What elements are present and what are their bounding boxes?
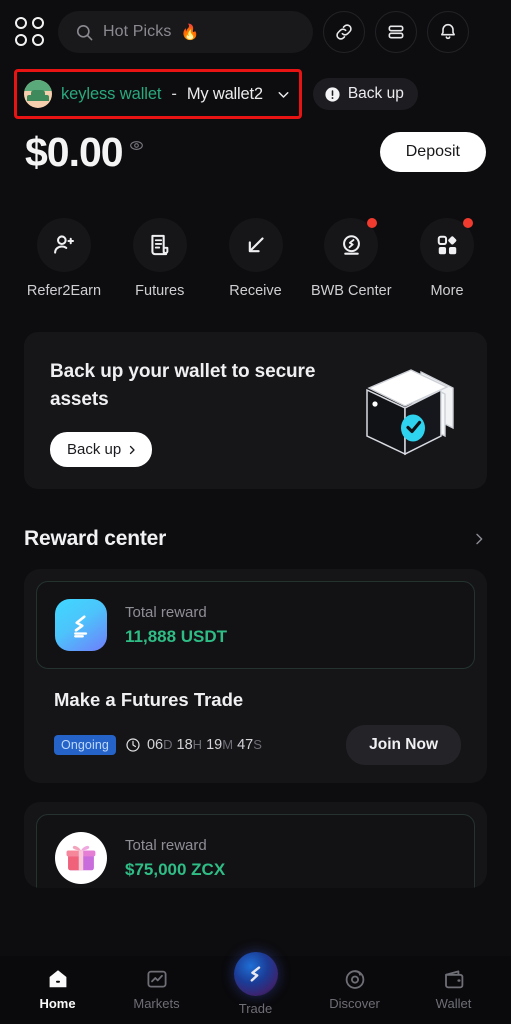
quick-action-refer2earn[interactable]: Refer2Earn bbox=[24, 218, 104, 299]
chart-icon bbox=[147, 970, 167, 988]
search-placeholder-text: Hot Picks bbox=[103, 23, 172, 40]
quick-action-bwb-center[interactable]: BWB Center bbox=[310, 218, 392, 299]
warning-icon bbox=[325, 86, 340, 102]
quick-action-label: More bbox=[430, 283, 464, 299]
bwb-coin-icon bbox=[342, 234, 360, 255]
eye-icon[interactable] bbox=[129, 138, 144, 158]
reward-value: 11,888 USDT bbox=[125, 626, 228, 646]
bitget-token-icon bbox=[55, 599, 107, 651]
reward-summary: Total reward 11,888 USDT bbox=[36, 581, 475, 669]
join-now-button[interactable]: Join Now bbox=[346, 725, 461, 765]
link-icon[interactable] bbox=[323, 11, 365, 53]
reward-center-header[interactable]: Reward center bbox=[0, 489, 511, 551]
reward-card[interactable]: Total reward 11,888 USDT Make a Futures … bbox=[24, 569, 487, 783]
reward-label: Total reward bbox=[125, 603, 207, 621]
gift-icon bbox=[55, 832, 107, 884]
flame-icon: 🔥 bbox=[180, 24, 200, 41]
countdown-hours-unit: H bbox=[192, 737, 203, 752]
nav-item-markets[interactable]: Markets bbox=[107, 967, 206, 1011]
quick-action-label: Futures bbox=[135, 283, 185, 299]
nav-item-home[interactable]: Home bbox=[8, 967, 107, 1011]
quick-actions-row: Refer2Earn Futures Receive BWB Center Mo… bbox=[0, 173, 511, 299]
clock-icon bbox=[126, 738, 140, 752]
chevron-down-icon[interactable] bbox=[275, 86, 292, 103]
wallet-alias-label: My wallet2 bbox=[186, 84, 263, 103]
notification-dot bbox=[367, 218, 378, 228]
reward-value: $75,000 ZCX bbox=[125, 859, 226, 879]
grid-apps-icon[interactable] bbox=[14, 15, 48, 49]
reward-summary: Total reward $75,000 ZCX bbox=[36, 814, 475, 888]
user-plus-icon bbox=[54, 235, 75, 254]
wallet-selector[interactable]: keyless wallet - My wallet2 bbox=[14, 69, 302, 119]
balance-section: $0.00 Deposit bbox=[0, 119, 511, 173]
bottom-navigation: Home Markets Trade Discover Wallet bbox=[0, 952, 511, 1024]
reward-label: Total reward bbox=[125, 836, 207, 854]
wallet-selector-row: keyless wallet - My wallet2 Back up bbox=[0, 63, 511, 119]
backup-banner-title: Back up your wallet to secure assets bbox=[50, 361, 316, 410]
quick-action-receive[interactable]: Receive bbox=[216, 218, 296, 299]
wallet-icon bbox=[444, 970, 463, 989]
notification-dot bbox=[463, 218, 473, 228]
arrow-down-left-icon bbox=[248, 237, 264, 253]
search-input[interactable]: Hot Picks 🔥 bbox=[58, 11, 313, 53]
status-badge: Ongoing bbox=[54, 735, 116, 755]
countdown-seconds-unit: S bbox=[253, 737, 262, 752]
backup-banner-card[interactable]: Back up your wallet to secure assets Bac… bbox=[24, 332, 487, 489]
deposit-button[interactable]: Deposit bbox=[379, 132, 486, 172]
nav-item-wallet[interactable]: Wallet bbox=[404, 967, 503, 1011]
chevron-right-icon[interactable] bbox=[471, 531, 487, 547]
more-grid-icon bbox=[437, 235, 456, 254]
quick-action-label: Refer2Earn bbox=[26, 283, 102, 299]
countdown-days: 06 bbox=[146, 737, 164, 753]
nav-label: Trade bbox=[238, 1001, 273, 1016]
nav-label: Wallet bbox=[435, 996, 472, 1011]
nav-label: Markets bbox=[133, 996, 180, 1011]
backup-banner-button-label: Back up bbox=[67, 441, 122, 459]
countdown-minutes-unit: M bbox=[222, 737, 234, 752]
quick-action-futures[interactable]: Futures bbox=[120, 218, 200, 299]
countdown-minutes: 19 bbox=[206, 737, 223, 753]
quick-action-label: Receive bbox=[229, 283, 282, 299]
countdown-timer: 06D 18H 19M 47S bbox=[125, 737, 262, 753]
nav-label: Discover bbox=[329, 996, 380, 1011]
balance-amount: $0.00 bbox=[25, 129, 124, 175]
wallet-type-label: keyless wallet bbox=[61, 84, 162, 103]
trade-orb-icon bbox=[233, 952, 278, 996]
nav-item-trade[interactable]: Trade bbox=[206, 952, 305, 1016]
countdown-seconds: 47 bbox=[237, 737, 254, 753]
list-menu-icon[interactable] bbox=[375, 11, 417, 53]
app-screen: Hot Picks 🔥 keyless wallet - My wallet2 … bbox=[0, 0, 511, 1024]
wallet-separator: - bbox=[171, 84, 177, 103]
compass-icon bbox=[345, 970, 364, 989]
reward-task-row: Ongoing 06D 18H 19M 47S Join Now bbox=[36, 711, 475, 765]
wallet-avatar bbox=[24, 80, 52, 108]
countdown-hours: 18 bbox=[176, 737, 193, 753]
chevron-right-icon bbox=[130, 445, 135, 454]
home-icon bbox=[49, 970, 66, 988]
quick-action-label: BWB Center bbox=[310, 283, 392, 299]
wallet-book-icon bbox=[361, 366, 457, 463]
backup-warning-label: Back up bbox=[347, 85, 404, 102]
nav-item-discover[interactable]: Discover bbox=[305, 967, 404, 1011]
search-icon bbox=[76, 24, 93, 40]
bell-icon[interactable] bbox=[427, 11, 469, 53]
reward-task-title: Make a Futures Trade bbox=[54, 689, 244, 710]
reward-card[interactable]: Total reward $75,000 ZCX bbox=[24, 802, 487, 888]
backup-banner-button[interactable]: Back up bbox=[50, 432, 153, 468]
backup-warning-button[interactable]: Back up bbox=[312, 78, 418, 110]
quick-action-more[interactable]: More bbox=[407, 218, 487, 299]
top-header: Hot Picks 🔥 bbox=[0, 0, 511, 63]
document-icon bbox=[151, 234, 169, 256]
nav-label: Home bbox=[39, 996, 76, 1011]
reward-center-title: Reward center bbox=[24, 527, 167, 550]
countdown-days-unit: D bbox=[163, 737, 173, 752]
